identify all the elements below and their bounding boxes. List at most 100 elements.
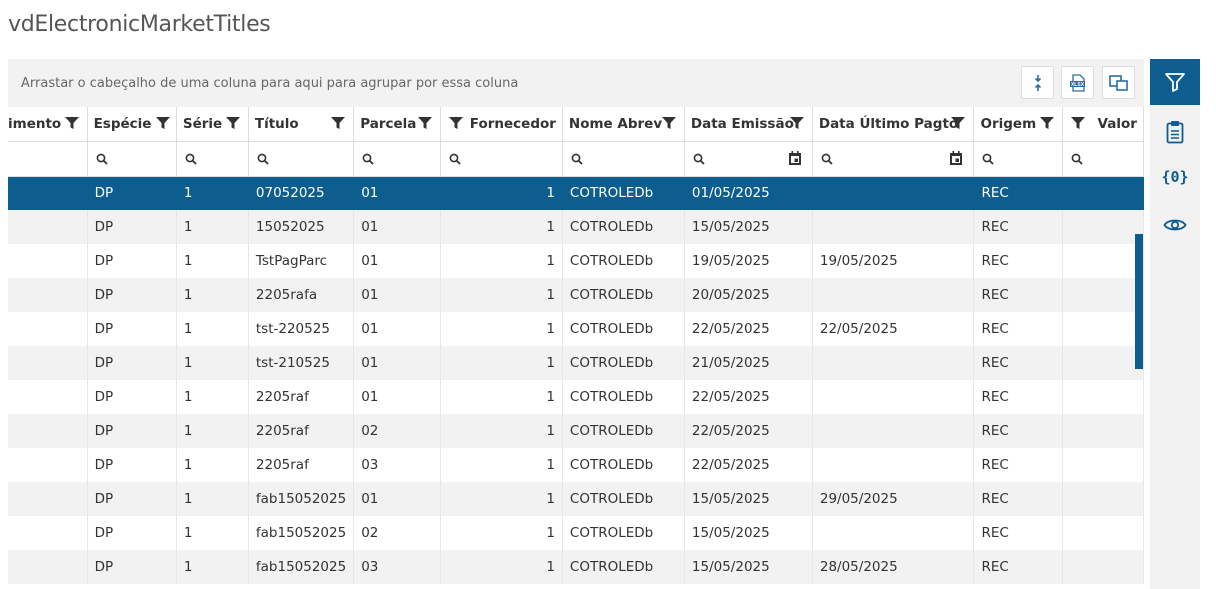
col-header-fornecedor[interactable]: Fornecedor [440,107,563,142]
cell-data-ultimo-pagto: 19/05/2025 [812,244,975,278]
table-row[interactable]: DP 1 2205raf 01 1 COTROLEDb 22/05/2025 REC [8,380,1144,414]
col-header-data-ultimo-pagto[interactable]: Data Último Pagto [812,107,975,142]
cell-vencimento [8,380,88,414]
table-row[interactable]: DP 1 tst-220525 01 1 COTROLEDb 22/05/2025 22/05… [8,312,1144,346]
col-header-nome-abrev[interactable]: Nome Abrev [562,107,685,142]
cell-valor [1062,414,1144,448]
filter-panel-button[interactable] [1150,59,1200,105]
cell-parcela: 02 [353,516,441,550]
col-label: Título [254,115,299,132]
cell-fornecedor: 1 [440,482,563,516]
cell-vencimento [8,516,88,550]
col-header-origem[interactable]: Origem [973,107,1063,142]
cell-valor [1062,210,1144,244]
cell-data-ultimo-pagto [812,176,975,210]
search-icon [571,153,583,165]
cell-nome-abrev: COTROLEDb [562,482,685,516]
cell-fornecedor: 1 [440,380,563,414]
filter-cell[interactable] [353,141,441,177]
layout-button[interactable] [1102,66,1135,99]
group-panel[interactable]: Arrastar o cabeçalho de uma coluna para … [8,59,1144,108]
table-row[interactable]: DP 1 2205raf 02 1 COTROLEDb 22/05/2025 REC [8,414,1144,448]
cell-titulo: 07052025 [248,176,355,210]
col-header-titulo[interactable]: Título [248,107,355,142]
table-row[interactable]: DP 1 fab15052025 01 1 COTROLEDb 15/05/2025 29/0… [8,482,1144,516]
filter-cell[interactable] [562,141,685,177]
filter-icon[interactable] [225,116,240,130]
filter-icon[interactable] [448,116,463,130]
cell-titulo: tst-220525 [248,312,355,346]
cell-titulo: TstPagParc [248,244,355,278]
cell-valor [1062,516,1144,550]
filter-icon[interactable] [1070,116,1085,130]
cell-origem: REC [973,482,1063,516]
filter-icon[interactable] [661,116,676,130]
cell-especie: DP [87,244,177,278]
column-chooser-button[interactable] [1021,66,1054,99]
cell-titulo: fab15052025 [248,516,355,550]
table-row[interactable]: DP 1 15052025 01 1 COTROLEDb 15/05/2025 REC [8,210,1144,244]
header-row: imento Espécie Série Título Parcela Forn… [8,107,1144,142]
filter-cell[interactable] [1062,141,1144,177]
filter-icon[interactable] [417,116,432,130]
export-xlsx-button[interactable]: XLSX [1061,66,1094,99]
filter-icon[interactable] [789,116,804,130]
search-icon [257,153,269,165]
cell-vencimento [8,278,88,312]
search-icon [983,153,995,165]
filter-cell[interactable] [248,141,355,177]
filter-cell[interactable] [812,141,975,177]
cell-data-ultimo-pagto: 29/05/2025 [812,482,975,516]
cell-origem: REC [973,346,1063,380]
table-row[interactable]: DP 1 2205rafa 01 1 COTROLEDb 20/05/2025 REC [8,278,1144,312]
cell-valor [1062,278,1144,312]
calendar-icon[interactable] [949,150,963,166]
cell-data-emissao: 20/05/2025 [684,278,813,312]
filter-icon[interactable] [951,116,966,130]
cell-especie: DP [87,380,177,414]
cell-data-ultimo-pagto [812,278,975,312]
cell-fornecedor: 1 [440,244,563,278]
table-row[interactable]: DP 1 07052025 01 1 COTROLEDb 01/05/2025 REC [8,176,1144,210]
col-header-data-emissao[interactable]: Data Emissão [684,107,813,142]
filter-cell[interactable] [973,141,1063,177]
cell-serie: 1 [176,550,249,584]
filter-cell[interactable] [87,141,177,177]
filter-icon[interactable] [64,116,79,130]
cell-especie: DP [87,210,177,244]
col-header-serie[interactable]: Série [176,107,249,142]
vertical-scrollbar-thumb[interactable] [1135,234,1143,369]
filter-cell[interactable] [684,141,813,177]
col-header-especie[interactable]: Espécie [87,107,177,142]
col-header-valor[interactable]: Valor [1062,107,1144,142]
cell-serie: 1 [176,516,249,550]
table-row[interactable]: DP 1 fab15052025 02 1 COTROLEDb 15/05/2025 REC [8,516,1144,550]
filter-icon[interactable] [155,116,170,130]
cell-vencimento [8,210,88,244]
cell-parcela: 02 [353,414,441,448]
clipboard-icon [1166,121,1184,144]
cell-data-ultimo-pagto: 28/05/2025 [812,550,975,584]
table-row[interactable]: DP 1 fab15052025 03 1 COTROLEDb 15/05/2025 28/0… [8,550,1144,584]
cell-data-ultimo-pagto [812,414,975,448]
view-button[interactable] [1150,202,1200,248]
col-header-parcela[interactable]: Parcela [353,107,441,142]
calendar-icon[interactable] [788,150,802,166]
cell-nome-abrev: COTROLEDb [562,448,685,482]
cell-fornecedor: 1 [440,346,563,380]
filter-cell[interactable] [176,141,249,177]
cell-fornecedor: 1 [440,210,563,244]
filter-cell[interactable] [8,141,88,177]
filter-icon[interactable] [331,116,346,130]
variables-button[interactable]: {0} [1150,154,1200,200]
table-row[interactable]: DP 1 TstPagParc 01 1 COTROLEDb 19/05/2025 19/05… [8,244,1144,278]
cell-serie: 1 [176,380,249,414]
filter-icon[interactable] [1039,116,1054,130]
filter-cell[interactable] [440,141,563,177]
cell-origem: REC [973,210,1063,244]
cell-parcela: 01 [353,482,441,516]
col-header-vencimento[interactable]: imento [8,107,88,142]
clipboard-button[interactable] [1150,109,1200,155]
table-row[interactable]: DP 1 tst-210525 01 1 COTROLEDb 21/05/2025 REC [8,346,1144,380]
table-row[interactable]: DP 1 2205raf 03 1 COTROLEDb 22/05/2025 REC [8,448,1144,482]
